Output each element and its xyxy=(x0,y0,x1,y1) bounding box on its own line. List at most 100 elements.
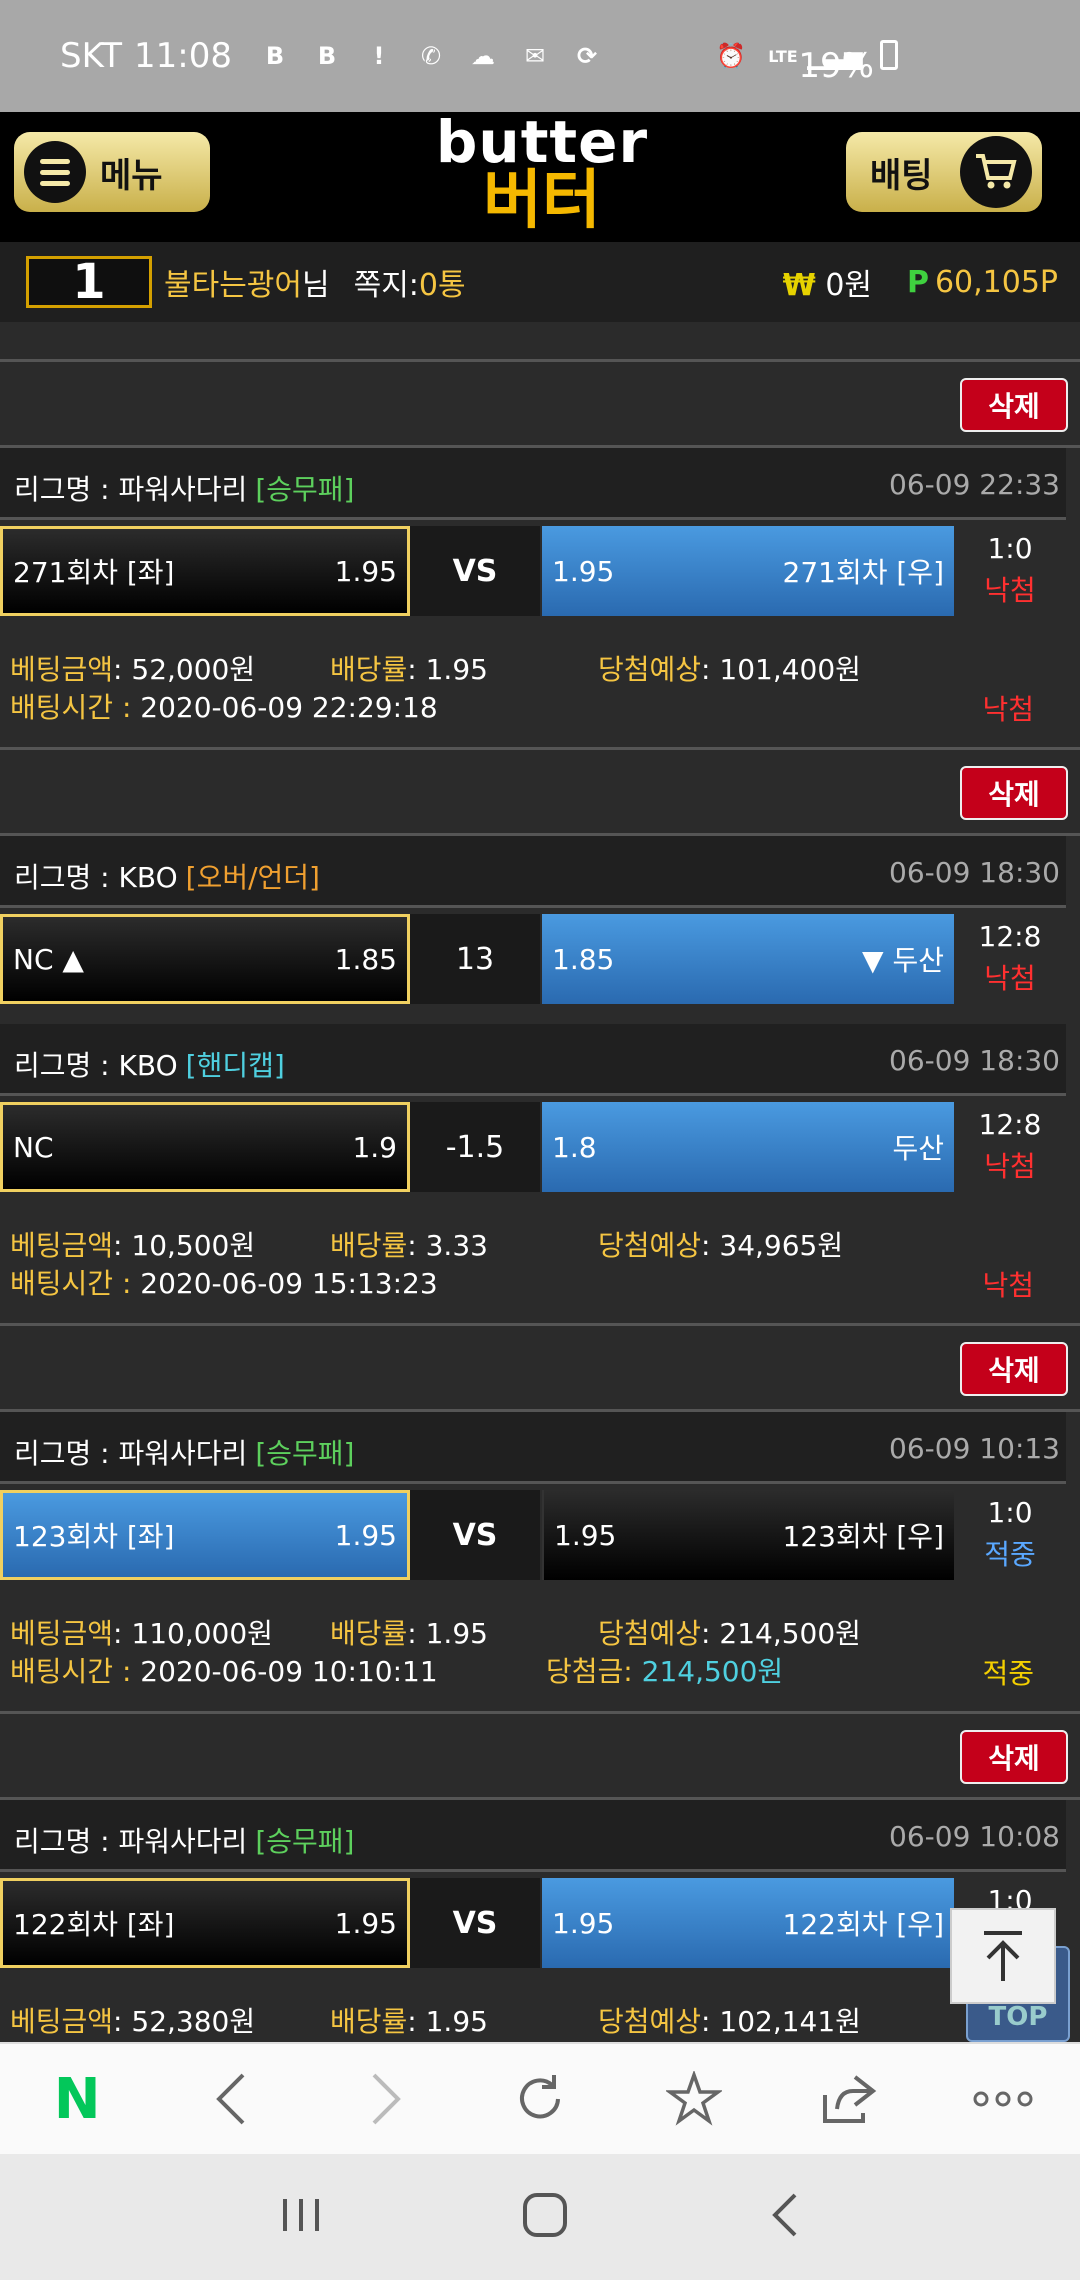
home-option[interactable]: NC ▲ 1.85 xyxy=(0,914,410,1004)
away-odds: 1.95 xyxy=(552,1906,615,1940)
match-result: 12:8 낙첨 xyxy=(954,1102,1066,1192)
match-date: 06-09 22:33 xyxy=(889,468,1060,501)
scroll-to-top-button[interactable] xyxy=(950,1908,1056,2004)
bet-amount-label: 베팅금액 xyxy=(10,2005,114,2038)
delete-button[interactable]: 삭제 xyxy=(960,378,1068,432)
bet-odds: 배당률: 1.95 xyxy=(330,1612,488,1652)
away-team: 122회차 [우] xyxy=(782,1908,944,1941)
result-status: 적중 xyxy=(984,1538,1036,1571)
match-result: 1:0 적중 xyxy=(954,1490,1066,1580)
previous-bet-partial xyxy=(0,322,1080,362)
betting-cart-button[interactable]: 배팅 xyxy=(846,132,1042,212)
delete-button[interactable]: 삭제 xyxy=(960,1342,1068,1396)
battery-percent: 19% xyxy=(798,46,874,86)
talk-icon: ✉ xyxy=(524,42,546,70)
bet-delete-row: 삭제 xyxy=(0,750,1080,836)
bet-delete-row: 삭제 xyxy=(0,1714,1080,1800)
bet-amount-value: : 52,000원 xyxy=(113,653,256,686)
bet-odds: 배당률: 1.95 xyxy=(330,2000,488,2040)
lte-icon: LTE xyxy=(768,46,798,66)
won-icon: ₩ xyxy=(782,268,816,303)
bet-amount: 베팅금액: 10,500원 xyxy=(10,1224,255,1264)
home-icon[interactable] xyxy=(521,2191,569,2243)
score: 1:0 xyxy=(987,1496,1033,1529)
odds-label: 배당률 xyxy=(330,1229,408,1262)
bet-time-value: 2020-06-09 10:10:11 xyxy=(140,1655,438,1688)
home-option[interactable]: 123회차 [좌] 1.95 xyxy=(0,1490,410,1580)
logo-text-en: butter xyxy=(435,108,649,176)
league-label: 리그명 : xyxy=(14,1437,119,1470)
expected-win: 당첨예상: 101,400원 xyxy=(598,648,861,688)
status-bar: SKT 11:08 B B ! ✆ ☁ ✉ ⟳ ⏰ LTE ▁▃▅ 19% xyxy=(0,0,1080,112)
battery-icon xyxy=(880,40,898,70)
recent-apps-icon[interactable] xyxy=(279,2195,323,2239)
league-label: 리그명 : xyxy=(14,473,119,506)
away-option[interactable]: 1.95 122회차 [우] xyxy=(542,1878,954,1968)
away-team: 두산 xyxy=(892,1132,944,1165)
betting-label: 배팅 xyxy=(870,155,933,196)
odds-label: 배당률 xyxy=(330,2005,408,2038)
league-name: 리그명 : KBO [오버/언더] xyxy=(14,856,320,896)
cart-icon xyxy=(960,136,1032,208)
status-time: 11:08 xyxy=(134,36,232,76)
bet-summary: 베팅금액: 52,380원 배당률: 1.95 당첨예상: 102,141원 xyxy=(0,1986,1080,2042)
message-link[interactable]: 쪽지:0통 xyxy=(354,260,466,304)
bet-history-list[interactable]: 삭제 리그명 : 파워사다리 [승무패] 06-09 22:33 271회차 [좌… xyxy=(0,322,1080,2042)
away-option[interactable]: 1.95 271회차 [우] xyxy=(542,526,954,616)
bet-time-label: 배팅시간 : xyxy=(10,691,141,724)
home-team: 122회차 [좌] xyxy=(13,1908,175,1941)
points-value: 60,105P xyxy=(934,264,1058,300)
system-back-icon[interactable] xyxy=(767,2191,801,2243)
vs-label: VS xyxy=(410,526,540,616)
carrier-name: SKT xyxy=(60,36,123,76)
away-option[interactable]: 1.95 123회차 [우] xyxy=(542,1490,954,1580)
bet-type: [승무패] xyxy=(255,1437,355,1470)
match-row: 122회차 [좌] 1.95 VS 1.95 122회차 [우] 1:0 xyxy=(0,1872,1066,1968)
win-amount: 당첨금: 214,500원 xyxy=(546,1650,783,1690)
match-result: 1:0 낙첨 xyxy=(954,526,1066,616)
refresh-icon[interactable] xyxy=(500,2059,580,2139)
home-option[interactable]: 122회차 [좌] 1.95 xyxy=(0,1878,410,1968)
score: 12:8 xyxy=(978,920,1042,953)
bet-time: 배팅시간 : 2020-06-09 10:10:11 xyxy=(10,1650,438,1690)
away-odds: 1.95 xyxy=(552,554,615,588)
system-nav-bar xyxy=(0,2154,1080,2280)
home-option[interactable]: 271회차 [좌] 1.95 xyxy=(0,526,410,616)
menu-button[interactable]: 메뉴 xyxy=(14,132,210,212)
delete-button[interactable]: 삭제 xyxy=(960,1730,1068,1784)
site-logo[interactable]: butter 버터 xyxy=(422,112,662,242)
alarm-icon: ⏰ xyxy=(716,42,746,70)
bet-time-label: 배팅시간 : xyxy=(10,1655,141,1688)
missed-call-icon: ✆ xyxy=(420,42,442,70)
message-label: 쪽지: xyxy=(353,268,419,303)
star-icon[interactable] xyxy=(654,2059,734,2139)
bet-amount: 베팅금액: 52,380원 xyxy=(10,2000,255,2040)
menu-icon xyxy=(24,141,86,203)
naver-icon[interactable]: N xyxy=(37,2059,117,2139)
delete-button[interactable]: 삭제 xyxy=(960,766,1068,820)
expected-label: 당첨예상 xyxy=(598,1229,702,1262)
share-icon[interactable] xyxy=(809,2059,889,2139)
forward-icon[interactable] xyxy=(346,2059,426,2139)
app-b-icon: B xyxy=(265,42,285,70)
back-icon[interactable] xyxy=(191,2059,271,2139)
alert-icon: ! xyxy=(373,42,385,70)
more-icon[interactable] xyxy=(963,2059,1043,2139)
bet-time-label: 배팅시간 : xyxy=(10,1267,141,1300)
league-value: 파워사다리 xyxy=(118,1825,248,1858)
bet-type: [핸디캡] xyxy=(185,1049,285,1082)
away-option[interactable]: 1.85 ▼ 두산 xyxy=(542,914,954,1004)
league-value: 파워사다리 xyxy=(118,473,248,506)
home-option[interactable]: NC 1.9 xyxy=(0,1102,410,1192)
away-option[interactable]: 1.8 두산 xyxy=(542,1102,954,1192)
bet-type: [승무패] xyxy=(255,473,355,506)
final-status: 낙첨 xyxy=(982,693,1034,726)
expected-value: : 101,400원 xyxy=(701,653,861,686)
expected-win: 당첨예상: 102,141원 xyxy=(598,2000,861,2040)
match-row: 123회차 [좌] 1.95 VS 1.95 123회차 [우] 1:0 적중 xyxy=(0,1484,1066,1580)
home-odds: 1.95 xyxy=(334,1518,397,1552)
win-amount-value: 214,500원 xyxy=(641,1655,784,1688)
odds-value: : 3.33 xyxy=(407,1229,488,1262)
league-name: 리그명 : 파워사다리 [승무패] xyxy=(14,1820,354,1860)
league-value: 파워사다리 xyxy=(118,1437,248,1470)
